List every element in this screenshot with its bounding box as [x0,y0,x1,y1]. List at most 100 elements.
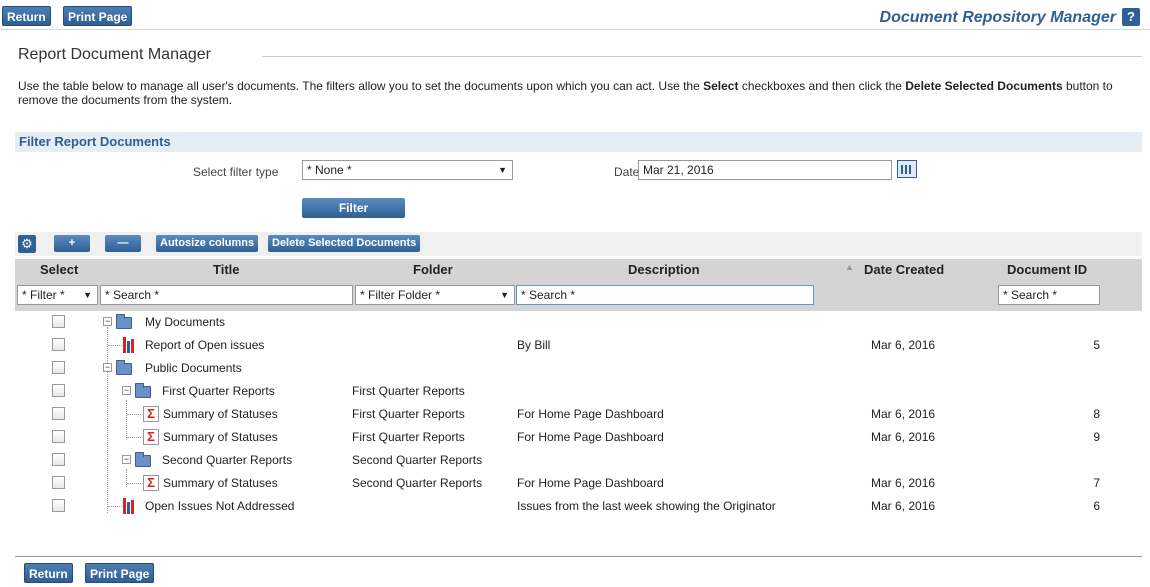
table-row[interactable]: − Second Quarter Reports Second Quarter … [15,449,1142,472]
row-document-id: 9 [1093,430,1100,444]
description-search-input[interactable]: * Search * [516,285,814,305]
row-title: My Documents [145,315,226,329]
row-title[interactable]: Summary of Statuses [163,430,278,444]
collapse-icon[interactable]: − [103,317,112,326]
row-description: By Bill [517,338,551,352]
filter-type-value: * None * [307,163,352,177]
col-title[interactable]: Title [213,262,240,277]
chevron-down-icon: ▼ [83,290,92,300]
intro-delete-phrase: Delete Selected Documents [905,79,1063,93]
sigma-icon: Σ [143,475,159,491]
folder-icon [116,360,132,375]
date-input[interactable]: Mar 21, 2016 [638,160,892,180]
row-checkbox[interactable] [52,453,65,466]
gear-icon[interactable]: ⚙ [18,235,36,253]
table-header: Select Title Folder Description ▲ Date C… [15,259,1142,311]
row-checkbox[interactable] [52,361,65,374]
collapse-icon[interactable]: − [103,363,112,372]
date-label: Date [614,165,640,179]
row-title[interactable]: Report of Open issues [145,338,264,352]
folder-filter[interactable]: * Filter Folder * ▼ [355,285,515,305]
folder-filter-value: * Filter Folder * [360,288,441,302]
row-description: For Home Page Dashboard [517,407,664,421]
row-description: For Home Page Dashboard [517,430,664,444]
table-row[interactable]: Σ Summary of Statuses Second Quarter Rep… [15,472,1142,495]
select-filter-value: * Filter * [22,288,65,302]
collapse-icon[interactable]: − [122,455,131,464]
intro-text: Use the table below to manage all user's… [18,79,1138,107]
sort-ascending-icon[interactable]: ▲ [845,262,854,272]
footer-print-page-button[interactable]: Print Page [85,563,155,583]
folder-icon [135,452,151,467]
row-document-id: 8 [1093,407,1100,421]
row-title[interactable]: Open Issues Not Addressed [145,499,294,513]
tree-line [108,506,122,507]
sigma-icon: Σ [143,429,159,445]
tree-line [108,345,122,346]
title-divider [262,56,1142,57]
intro-select-word: Select [703,79,739,93]
table-row[interactable]: Σ Summary of Statuses First Quarter Repo… [15,426,1142,449]
table-row[interactable]: − First Quarter Reports First Quarter Re… [15,380,1142,403]
row-folder: Second Quarter Reports [352,476,483,490]
delete-selected-button[interactable]: Delete Selected Documents [268,235,421,252]
title-search-input[interactable]: * Search * [100,285,353,305]
col-date-created[interactable]: Date Created [864,262,944,277]
col-description[interactable]: Description [628,262,700,277]
report-icon [123,337,137,353]
id-search-input[interactable]: * Search * [998,285,1100,305]
row-date: Mar 6, 2016 [871,430,936,444]
row-checkbox[interactable] [52,384,65,397]
row-title[interactable]: Summary of Statuses [163,407,278,421]
row-folder: Second Quarter Reports [352,453,483,467]
select-filter[interactable]: * Filter * ▼ [17,285,98,305]
collapse-icon[interactable]: − [122,386,131,395]
row-title[interactable]: Summary of Statuses [163,476,278,490]
return-button[interactable]: Return [2,6,51,26]
filter-type-select[interactable]: * None * ▼ [302,160,513,180]
print-page-button[interactable]: Print Page [63,6,133,26]
calendar-icon[interactable] [897,160,917,178]
table-row[interactable]: Σ Summary of Statuses First Quarter Repo… [15,403,1142,426]
footer-return-button[interactable]: Return [24,563,73,583]
chevron-down-icon: ▼ [498,165,507,175]
col-document-id[interactable]: Document ID [1007,262,1087,277]
row-folder: First Quarter Reports [352,430,465,444]
filter-button[interactable]: Filter [302,198,405,218]
row-checkbox[interactable] [52,315,65,328]
row-date: Mar 6, 2016 [871,338,936,352]
row-document-id: 5 [1093,338,1100,352]
row-description: For Home Page Dashboard [517,476,664,490]
row-date: Mar 6, 2016 [871,407,936,421]
remove-button[interactable]: — [105,235,141,252]
row-title: First Quarter Reports [162,384,275,398]
table-row[interactable]: Report of Open issues By Bill Mar 6, 201… [15,334,1142,357]
row-description: Issues from the last week showing the Or… [517,499,776,513]
add-button[interactable]: + [54,235,90,252]
table-row[interactable]: Open Issues Not Addressed Issues from th… [15,495,1142,518]
app-title: Document Repository Manager [879,9,1116,26]
table-toolbar: ⚙ + — Autosize columns Delete Selected D… [15,232,1142,256]
table-row[interactable]: − Public Documents [15,357,1142,380]
intro-part: Use the table below to manage all user's… [18,79,704,93]
row-folder: First Quarter Reports [352,384,465,398]
tree-line [127,414,141,415]
row-title: Public Documents [145,361,242,375]
folder-icon [116,314,132,329]
row-checkbox[interactable] [52,407,65,420]
row-checkbox[interactable] [52,430,65,443]
table-row[interactable]: − My Documents [15,311,1142,334]
tree-line [127,437,141,438]
page-title: Report Document Manager [18,46,211,63]
row-checkbox[interactable] [52,499,65,512]
row-checkbox[interactable] [52,338,65,351]
tree-line [127,483,141,484]
col-select[interactable]: Select [40,262,78,277]
row-title: Second Quarter Reports [162,453,293,467]
row-checkbox[interactable] [52,476,65,489]
help-icon[interactable]: ? [1122,8,1140,26]
col-folder[interactable]: Folder [413,262,453,277]
autosize-columns-button[interactable]: Autosize columns [156,235,259,252]
row-document-id: 6 [1093,499,1100,513]
row-date: Mar 6, 2016 [871,476,936,490]
